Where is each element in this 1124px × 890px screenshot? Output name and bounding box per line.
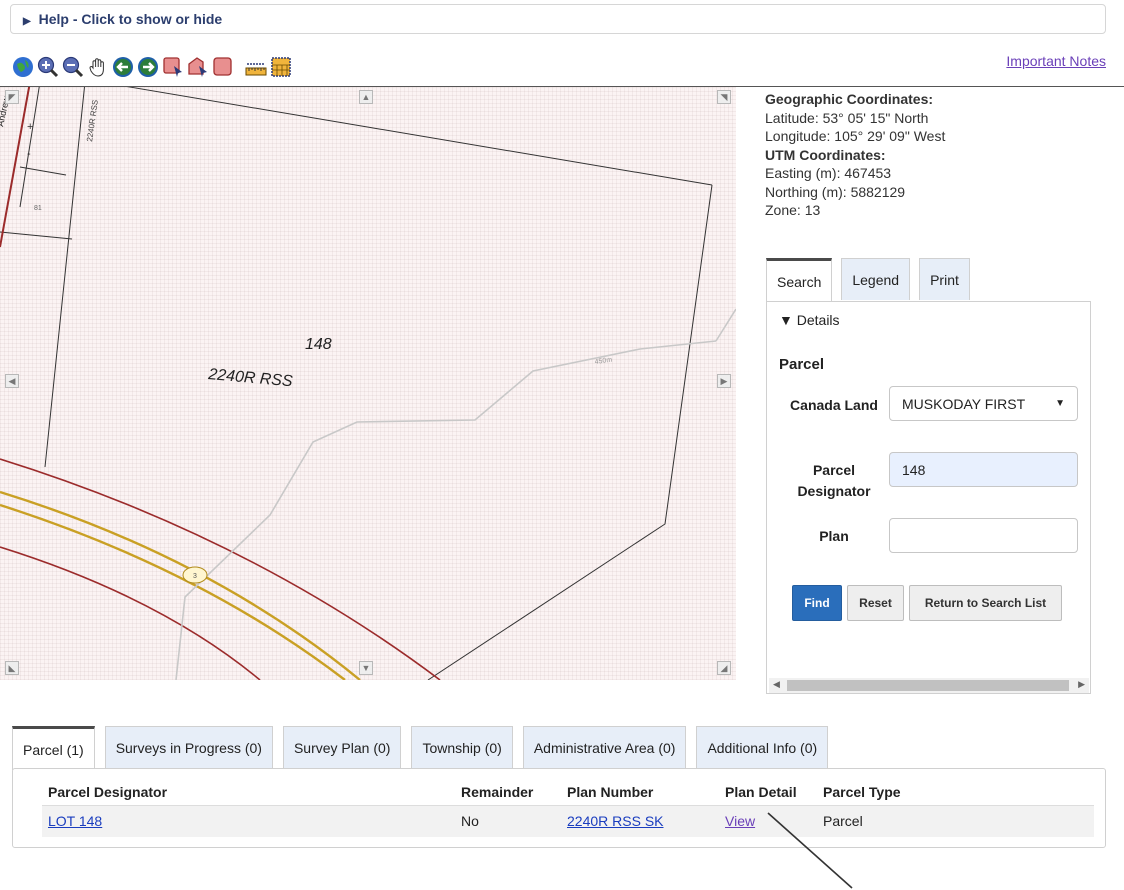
- globe-icon[interactable]: [12, 56, 34, 78]
- horizontal-scrollbar[interactable]: ◀ ▶: [769, 678, 1089, 693]
- tab-surveys-in-progress[interactable]: Surveys in Progress (0): [104, 726, 273, 768]
- latitude-value: Latitude: 53° 05' 15" North: [765, 109, 929, 126]
- parcel-heading: Parcel: [779, 356, 825, 373]
- contour-label: 450m: [594, 357, 612, 366]
- clear-selection-icon[interactable]: [212, 56, 234, 78]
- search-panel: ▼ Details Parcel Canada Land MUSKODAY FI…: [766, 301, 1091, 694]
- easting-value: Easting (m): 467453: [765, 165, 892, 181]
- pan-right-button[interactable]: ▶: [717, 374, 731, 388]
- pan-down-button[interactable]: ▼: [359, 661, 373, 675]
- reset-button[interactable]: Reset: [847, 585, 904, 621]
- tab-township[interactable]: Township (0): [411, 726, 513, 768]
- zone-value: Zone: 13: [765, 202, 821, 218]
- details-toggle[interactable]: ▼ Details: [779, 312, 840, 328]
- plan-detail-view-link[interactable]: View: [725, 813, 755, 829]
- find-button[interactable]: Find: [792, 585, 842, 621]
- road-label: 3: [193, 573, 197, 580]
- results-panel: Parcel Designator Remainder Plan Number …: [12, 768, 1106, 848]
- scroll-left-icon[interactable]: ◀: [773, 679, 780, 690]
- utm-coords-header: UTM Coordinates:: [765, 146, 886, 163]
- col-parcel-designator: Parcel Designator: [48, 783, 168, 800]
- map-canvas: 3 148 2240R RSS 450m 81 Andrew 2240R RSS…: [0, 87, 736, 680]
- parcel-number-label: 148: [305, 336, 332, 353]
- col-remainder: Remainder: [461, 783, 534, 800]
- canada-land-value: MUSKODAY FIRST: [902, 395, 1026, 412]
- pan-hand-icon[interactable]: [87, 56, 109, 78]
- parcel-type-cell: Parcel: [817, 804, 1094, 837]
- parcel-designator-link[interactable]: LOT 148: [48, 813, 102, 829]
- longitude-value: Longitude: 105° 29' 09" West: [765, 128, 946, 144]
- measure-area-icon[interactable]: [270, 56, 292, 78]
- plan-number-link[interactable]: 2240R RSS SK: [567, 813, 664, 829]
- plan-input[interactable]: [889, 518, 1078, 553]
- pan-corner-nw-button[interactable]: ◤: [5, 90, 19, 104]
- zoom-out-icon[interactable]: [62, 56, 84, 78]
- tab-administrative-area[interactable]: Administrative Area (0): [522, 726, 687, 768]
- col-plan-detail: Plan Detail: [725, 783, 797, 800]
- map-toolbar: [12, 50, 295, 84]
- canada-land-label: Canada Land: [790, 397, 878, 413]
- back-arrow-icon[interactable]: [112, 56, 134, 78]
- tab-survey-plan[interactable]: Survey Plan (0): [282, 726, 402, 768]
- tab-parcel[interactable]: Parcel (1): [12, 726, 95, 770]
- col-plan-number: Plan Number: [567, 783, 654, 800]
- small-lot-label: 81: [34, 205, 42, 212]
- parcel-designator-input[interactable]: 148: [889, 452, 1078, 487]
- table-header-row: Parcel Designator Remainder Plan Number …: [42, 779, 1094, 805]
- map-view[interactable]: 3 148 2240R RSS 450m 81 Andrew 2240R RSS…: [0, 87, 736, 680]
- return-to-search-list-button[interactable]: Return to Search List: [909, 585, 1062, 621]
- plan-label: 2240R RSS: [207, 366, 294, 390]
- svg-text:-: -: [27, 148, 31, 160]
- expand-triangle-icon: ▶: [23, 16, 31, 27]
- forward-arrow-icon[interactable]: [137, 56, 159, 78]
- scroll-right-icon[interactable]: ▶: [1078, 679, 1085, 690]
- top-plan-label: 2240R RSS: [85, 99, 100, 142]
- tab-additional-info[interactable]: Additional Info (0): [696, 726, 829, 768]
- scroll-thumb[interactable]: [787, 680, 1069, 691]
- select-rectangle-icon[interactable]: [162, 56, 184, 78]
- coordinates-panel: Geographic Coordinates: Latitude: 53° 05…: [765, 90, 945, 220]
- tab-print[interactable]: Print: [919, 258, 970, 300]
- pan-up-button[interactable]: ▲: [359, 90, 373, 104]
- remainder-cell: No: [455, 804, 561, 837]
- help-toggle[interactable]: ▶ Help - Click to show or hide: [10, 4, 1106, 34]
- plan-label: Plan: [819, 528, 849, 544]
- tab-search[interactable]: Search: [766, 258, 833, 302]
- zoom-in-icon[interactable]: [37, 56, 59, 78]
- pan-corner-ne-button[interactable]: ◥: [717, 90, 731, 104]
- col-parcel-type: Parcel Type: [823, 783, 901, 800]
- northing-value: Northing (m): 5882129: [765, 183, 906, 200]
- pan-corner-se-button[interactable]: ◢: [717, 661, 731, 675]
- canada-land-select[interactable]: MUSKODAY FIRST ▼: [889, 386, 1078, 421]
- help-label: Help - Click to show or hide: [38, 11, 223, 27]
- tab-legend[interactable]: Legend: [841, 258, 911, 300]
- table-row: LOT 148 No 2240R RSS SK View Parcel: [42, 804, 1094, 837]
- select-polygon-icon[interactable]: [187, 56, 209, 78]
- pan-corner-sw-button[interactable]: ◣: [5, 661, 19, 675]
- measure-ruler-icon[interactable]: [245, 56, 267, 78]
- right-tabs: Search Legend Print: [766, 258, 975, 302]
- geo-coords-header: Geographic Coordinates:: [765, 91, 934, 107]
- result-tabs: Parcel (1) Surveys in Progress (0) Surve…: [12, 726, 838, 770]
- svg-text:+: +: [27, 121, 33, 133]
- chevron-down-icon: ▼: [1055, 398, 1065, 409]
- results-table: Parcel Designator Remainder Plan Number …: [42, 779, 1094, 837]
- pan-left-button[interactable]: ◀: [5, 374, 19, 388]
- important-notes-link[interactable]: Important Notes: [1006, 53, 1106, 69]
- parcel-designator-label: Parcel Designator: [797, 462, 871, 499]
